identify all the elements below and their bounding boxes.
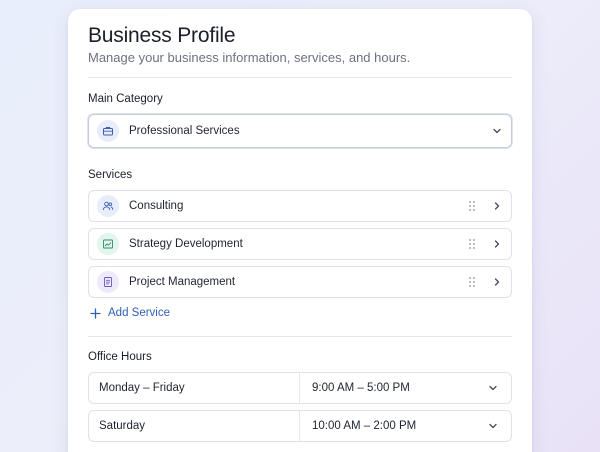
main-category-select[interactable]: Professional Services [88,114,512,148]
drag-handle-icon[interactable] [467,200,477,212]
document-icon [97,271,119,293]
service-label: Strategy Development [129,238,243,250]
hours-row: Monday – Friday 9:00 AM – 5:00 PM [88,372,512,404]
chevron-right-icon [494,278,500,286]
header-divider [88,77,512,78]
service-item-project-management[interactable]: Project Management [88,266,512,298]
chevron-down-icon [489,423,497,429]
page-title: Business Profile [88,24,236,47]
hours-time-select[interactable]: 9:00 AM – 5:00 PM [300,382,511,394]
services-label: Services [88,169,133,181]
chevron-down-icon [493,128,501,134]
chart-icon [97,233,119,255]
add-service-button[interactable]: Add Service [90,307,170,319]
hours-row: Saturday 10:00 AM – 2:00 PM [88,410,512,442]
section-divider [88,336,512,337]
hours-time-value: 9:00 AM – 5:00 PM [312,382,410,394]
drag-handle-icon[interactable] [467,276,477,288]
hours-day: Saturday [89,411,300,441]
chevron-right-icon [494,202,500,210]
briefcase-icon [97,120,119,142]
page-subtitle: Manage your business information, servic… [88,50,411,65]
add-service-label: Add Service [108,307,171,319]
hours-time-select[interactable]: 10:00 AM – 2:00 PM [300,420,511,432]
plus-icon [90,307,101,319]
service-label: Project Management [129,276,236,288]
service-label: Consulting [129,200,184,212]
office-hours-label: Office Hours [88,351,152,363]
hours-time-value: 10:00 AM – 2:00 PM [312,420,417,432]
drag-handle-icon[interactable] [467,238,477,250]
business-profile-card: Business Profile Manage your business in… [68,9,532,452]
main-category-label: Main Category [88,93,163,105]
main-category-value: Professional Services [129,125,240,137]
chevron-right-icon [494,240,500,248]
users-icon [97,195,119,217]
hours-day: Monday – Friday [89,373,300,403]
chevron-down-icon [489,385,497,391]
service-item-strategy-development[interactable]: Strategy Development [88,228,512,260]
service-item-consulting[interactable]: Consulting [88,190,512,222]
